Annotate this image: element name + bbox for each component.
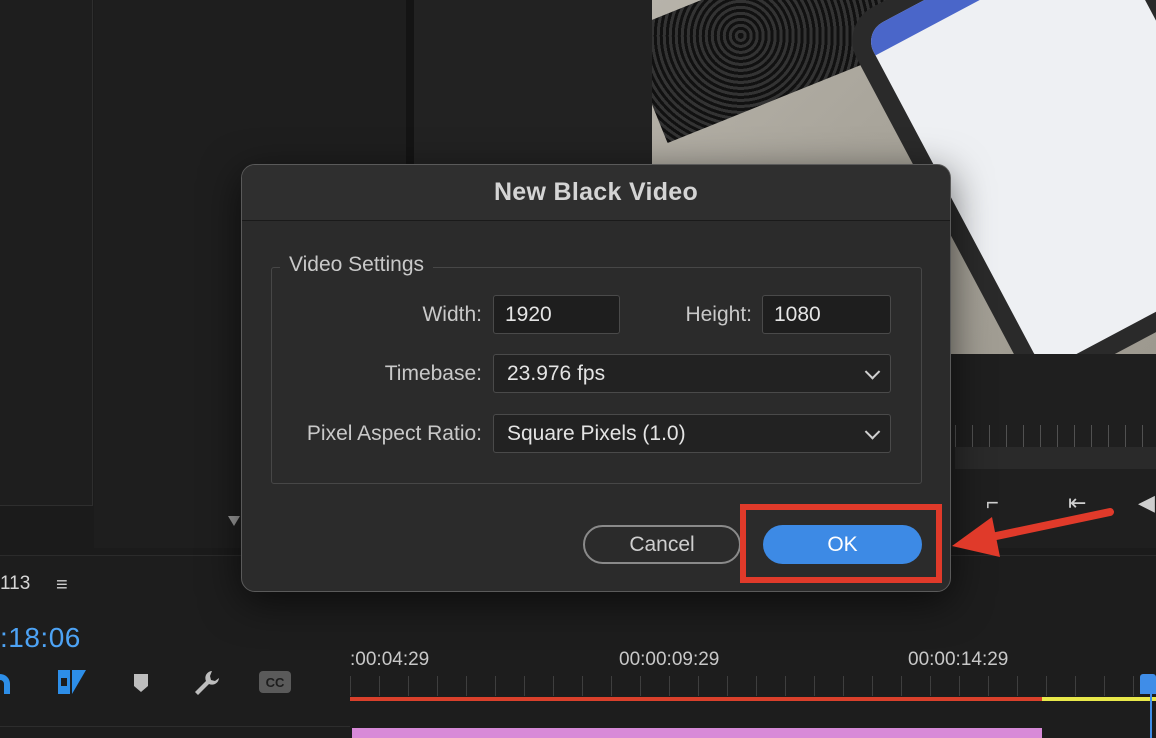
annotation-arrow-icon <box>952 508 1114 557</box>
width-label: Width: <box>422 303 482 326</box>
monitor-time-ruler[interactable] <box>955 425 1156 447</box>
captions-icon-label: CC <box>266 675 285 690</box>
timeline-time-ruler[interactable] <box>350 676 1156 696</box>
track-divider <box>0 726 350 727</box>
annotation-highlight-box <box>740 504 942 583</box>
pixel-aspect-ratio-label: Pixel Aspect Ratio: <box>306 422 482 445</box>
timebase-value: 23.976 fps <box>507 361 606 385</box>
timebase-select[interactable]: 23.976 fps <box>493 354 891 393</box>
width-field[interactable]: 1920 <box>493 295 620 334</box>
dialog-title: New Black Video <box>493 178 699 206</box>
wrench-icon[interactable] <box>192 668 222 698</box>
panel-resize-marker-icon <box>228 516 240 526</box>
linked-selection-icon[interactable] <box>56 668 88 696</box>
height-field[interactable]: 1080 <box>762 295 891 334</box>
monitor-scrub-bar[interactable] <box>955 447 1156 469</box>
cancel-button[interactable]: Cancel <box>583 525 741 564</box>
project-panel <box>0 0 93 506</box>
playhead-timecode[interactable]: :18:06 <box>0 622 81 654</box>
chevron-down-icon <box>864 363 881 380</box>
snap-icon[interactable] <box>0 668 18 696</box>
video-settings-legend: Video Settings <box>280 253 434 277</box>
ruler-label: 00:00:14:29 <box>908 649 1009 670</box>
chevron-down-icon <box>864 423 881 440</box>
pixel-aspect-ratio-select[interactable]: Square Pixels (1.0) <box>493 414 891 453</box>
playhead-line[interactable] <box>1150 690 1152 738</box>
work-area-bar[interactable] <box>350 697 1042 701</box>
height-label: Height: <box>685 303 752 326</box>
step-back-icon[interactable]: ◀ <box>1138 490 1155 516</box>
video-frame-ipad-toolbar <box>863 0 1109 56</box>
captions-icon[interactable]: CC <box>258 670 292 694</box>
add-marker-icon[interactable] <box>132 672 150 694</box>
timeline-clip[interactable] <box>352 728 1042 738</box>
ruler-label: :00:04:29 <box>350 649 430 670</box>
premiere-workspace: ⌐ ⇤ ◀ 113 ≡ :18:06 CC :00:04:29 00:00:09… <box>0 0 1156 738</box>
sequence-tab-label[interactable]: 113 <box>0 573 30 595</box>
dialog-title-bar[interactable]: New Black Video <box>242 165 950 221</box>
playhead-handle[interactable] <box>1140 674 1156 694</box>
pixel-aspect-ratio-value: Square Pixels (1.0) <box>507 421 686 445</box>
rendered-area-bar <box>1042 697 1156 701</box>
sequence-menu-icon[interactable]: ≡ <box>56 574 68 597</box>
ruler-label: 00:00:09:29 <box>619 649 720 670</box>
timebase-label: Timebase: <box>384 362 482 385</box>
